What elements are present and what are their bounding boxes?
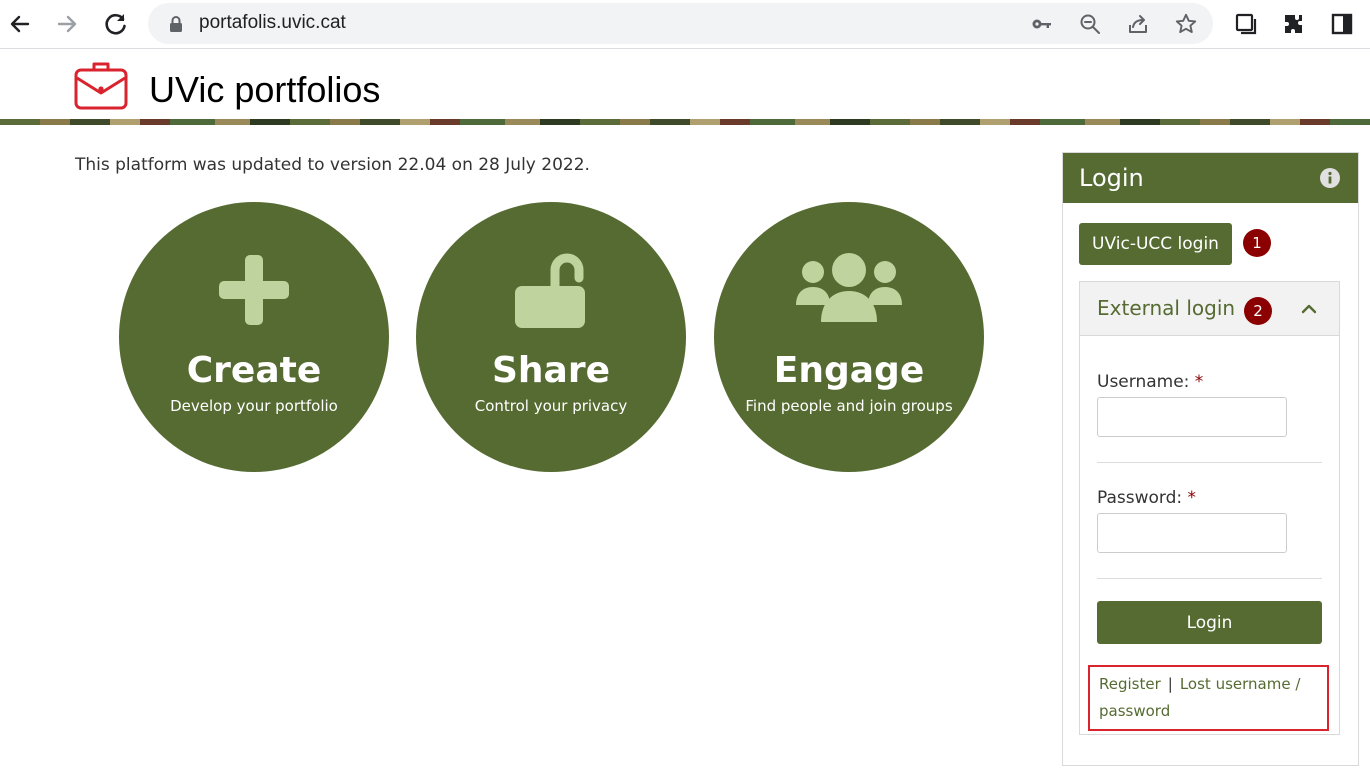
zoom-out-icon[interactable]: [1078, 12, 1102, 36]
briefcase-logo-icon[interactable]: [74, 60, 128, 110]
site-header: UVic portfolios: [0, 49, 1370, 119]
side-panel-icon[interactable]: [1330, 12, 1354, 36]
required-mark: *: [1194, 372, 1204, 392]
required-mark: *: [1187, 488, 1197, 508]
step-1-badge: 1: [1243, 229, 1271, 257]
banner-strip: [0, 119, 1370, 125]
users-icon: [796, 253, 902, 322]
site-title[interactable]: UVic portfolios: [149, 69, 380, 111]
share-title: Share: [491, 350, 611, 391]
external-login-section: External login 2 Username: * Password: *…: [1079, 281, 1340, 735]
tab-search-icon[interactable]: [1234, 12, 1258, 36]
password-input[interactable]: [1097, 513, 1287, 553]
login-panel: Login UVic-UCC login 1 External login 2 …: [1062, 152, 1359, 766]
chevron-up-icon[interactable]: [1298, 300, 1320, 318]
reload-icon[interactable]: [100, 8, 132, 40]
login-header: Login: [1063, 153, 1358, 203]
step-2-badge: 2: [1244, 297, 1272, 325]
username-label: Username: *: [1097, 372, 1204, 392]
divider: [1097, 462, 1322, 463]
account-links-highlight: Register | Lost username / password: [1088, 665, 1329, 731]
link-separator: |: [1167, 675, 1173, 693]
update-note: This platform was updated to version 22.…: [75, 155, 590, 175]
back-icon[interactable]: [4, 8, 36, 40]
divider: [1097, 578, 1322, 579]
password-label: Password: *: [1097, 488, 1197, 508]
unlock-icon: [515, 253, 585, 328]
forward-icon[interactable]: [51, 8, 83, 40]
extensions-icon[interactable]: [1282, 12, 1306, 36]
info-icon[interactable]: [1320, 168, 1340, 188]
create-subtitle: Develop your portfolio: [170, 397, 338, 415]
url-text: portafolis.uvic.cat: [199, 12, 346, 33]
plus-icon: [219, 255, 289, 325]
create-title: Create: [186, 350, 322, 391]
key-icon[interactable]: [1030, 12, 1054, 36]
external-login-title: External login: [1097, 296, 1236, 320]
uvic-ucc-login-button[interactable]: UVic-UCC login: [1079, 223, 1232, 265]
create-circle[interactable]: Create Develop your portfolio: [119, 202, 389, 472]
username-input[interactable]: [1097, 397, 1287, 437]
login-button[interactable]: Login: [1097, 601, 1322, 644]
share-icon[interactable]: [1126, 12, 1150, 36]
register-link[interactable]: Register: [1099, 675, 1161, 693]
share-subtitle: Control your privacy: [474, 397, 628, 415]
external-login-header[interactable]: External login 2: [1080, 282, 1339, 336]
engage-circle[interactable]: Engage Find people and join groups: [714, 202, 984, 472]
browser-toolbar: portafolis.uvic.cat: [0, 0, 1370, 49]
engage-title: Engage: [773, 350, 925, 391]
address-bar[interactable]: portafolis.uvic.cat: [148, 3, 1213, 44]
share-circle[interactable]: Share Control your privacy: [416, 202, 686, 472]
login-title: Login: [1079, 164, 1144, 192]
engage-subtitle: Find people and join groups: [745, 397, 953, 415]
lock-icon: [170, 16, 182, 32]
bookmark-star-icon[interactable]: [1174, 12, 1198, 36]
